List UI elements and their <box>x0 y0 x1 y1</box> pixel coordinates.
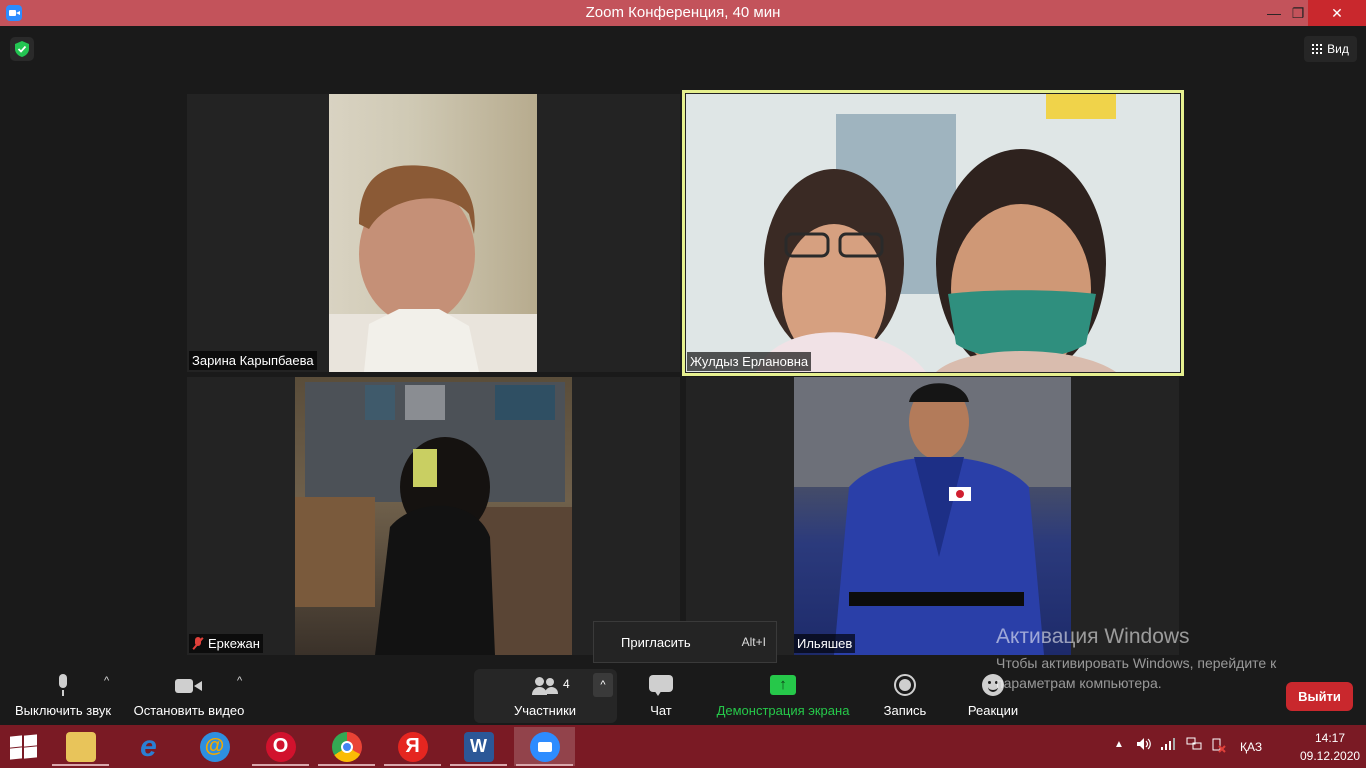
stop-video-label: Остановить видео <box>133 703 245 718</box>
view-button[interactable]: Вид <box>1304 36 1357 62</box>
participant-video <box>794 377 1071 655</box>
signal-bars-icon <box>1161 738 1175 750</box>
participants-count: 4 <box>563 677 570 691</box>
opera-icon: O <box>265 731 296 762</box>
yandex-icon: Я <box>397 731 428 762</box>
video-tile-active-speaker[interactable]: Жулдыз Ерлановна <box>682 90 1184 376</box>
close-button[interactable]: ✕ <box>1308 0 1366 26</box>
start-button[interactable] <box>10 734 38 760</box>
window-titlebar: Zoom Конференция, 40 мин — ❐ ✕ <box>0 0 1366 26</box>
stop-video-button[interactable]: Остановить видео <box>128 665 250 725</box>
participant-video-frame <box>329 165 537 372</box>
share-screen-button[interactable]: Демонстрация экрана <box>708 665 858 725</box>
taskbar-word[interactable]: W <box>448 727 509 766</box>
people-icon <box>532 677 558 695</box>
taskbar-opera[interactable]: O <box>250 727 311 766</box>
chrome-icon-center <box>340 740 353 753</box>
record-icon <box>894 674 916 696</box>
chat-button[interactable]: Чат <box>630 665 692 725</box>
plug-error-icon <box>1212 738 1226 753</box>
reactions-label: Реакции <box>967 703 1019 718</box>
activation-title: Активация Windows <box>996 625 1190 648</box>
participant-video-frame <box>794 377 1071 655</box>
participant-video <box>329 94 537 372</box>
invite-menu-item[interactable]: Пригласить <box>621 635 691 650</box>
participants-options-caret[interactable]: ^ <box>593 673 613 697</box>
window-title: Zoom Конференция, 40 мин <box>585 4 781 21</box>
activation-text: Чтобы активировать Windows, перейдите к … <box>996 655 1277 691</box>
tray-expand-icon[interactable]: ▲ <box>1114 739 1124 750</box>
zoom-icon <box>529 731 560 762</box>
participant-video <box>295 377 572 655</box>
taskbar-chrome[interactable] <box>316 727 377 766</box>
network-signal-icon[interactable] <box>1160 737 1176 754</box>
mic-muted-icon <box>192 637 204 650</box>
folder-icon <box>65 731 96 762</box>
internet-explorer-icon: e <box>140 729 157 763</box>
speaker-icon <box>1137 738 1151 750</box>
view-label: Вид <box>1327 42 1349 56</box>
monitors-icon <box>1186 737 1202 750</box>
chrome-icon <box>331 731 362 762</box>
participant-name-label: Еркежан <box>189 634 263 653</box>
participant-video-frame <box>686 94 1180 372</box>
language-indicator[interactable]: ҚАЗ <box>1240 740 1262 754</box>
participant-name-label: Зарина Карыпбаева <box>189 351 317 370</box>
word-icon: W <box>463 731 494 762</box>
taskbar-file-explorer[interactable] <box>50 727 111 766</box>
security-shield-button[interactable] <box>10 37 34 61</box>
record-button[interactable]: Запись <box>870 665 940 725</box>
participant-name: Зарина Карыпбаева <box>192 353 314 368</box>
invite-menu[interactable]: Пригласить Alt+I <box>593 621 777 663</box>
video-tile[interactable]: Зарина Карыпбаева <box>187 94 680 372</box>
taskbar-yandex-browser[interactable]: Я <box>382 727 443 766</box>
video-tile[interactable]: Ильяшев <box>686 377 1179 655</box>
power-status-icon[interactable] <box>1210 737 1226 756</box>
mail-agent-icon: @ <box>199 731 230 762</box>
participant-name-label: Жулдыз Ерлановна <box>687 352 812 371</box>
participants-button[interactable]: Участники <box>500 665 590 725</box>
participant-video <box>686 94 1180 372</box>
participant-name: Еркежан <box>208 636 260 651</box>
chat-icon <box>649 675 673 697</box>
share-screen-icon <box>770 675 796 695</box>
camera-icon <box>175 677 203 695</box>
leave-meeting-button[interactable]: Выйти <box>1286 682 1353 711</box>
participant-name: Ильяшев <box>797 636 853 651</box>
taskbar-internet-explorer[interactable]: e <box>118 727 179 766</box>
zoom-icon-camera <box>537 741 552 752</box>
microphone-icon <box>56 674 70 698</box>
share-screen-label: Демонстрация экрана <box>716 703 850 718</box>
video-options-caret[interactable]: ^ <box>237 675 242 687</box>
taskbar-zoom[interactable] <box>514 727 575 766</box>
participant-name-label: Ильяшев <box>794 634 856 653</box>
clock-time: 14:17 <box>1314 731 1346 745</box>
shield-check-icon <box>15 41 29 57</box>
mute-label: Выключить звук <box>14 703 112 718</box>
record-label: Запись <box>883 703 927 718</box>
taskbar-mail-agent[interactable]: @ <box>184 727 245 766</box>
invite-shortcut: Alt+I <box>741 635 766 649</box>
participant-video-frame <box>295 382 572 655</box>
chat-label: Чат <box>650 703 672 718</box>
clock-date: 09.12.2020 <box>1300 749 1361 763</box>
windows-logo-icon <box>10 735 22 748</box>
mute-button[interactable]: Выключить звук <box>8 665 118 725</box>
windows-activation-watermark: Активация Windows Чтобы активировать Win… <box>996 625 1336 693</box>
participant-name: Жулдыз Ерлановна <box>690 354 809 369</box>
grid-view-icon <box>1312 44 1323 54</box>
volume-icon[interactable] <box>1136 737 1152 754</box>
network-connection-icon[interactable] <box>1186 737 1202 754</box>
taskbar-clock[interactable]: 14:17 09.12.2020 <box>1300 729 1360 765</box>
video-tile[interactable]: Еркежан <box>187 377 680 655</box>
audio-options-caret[interactable]: ^ <box>104 675 109 687</box>
participants-label: Участники <box>513 703 577 718</box>
